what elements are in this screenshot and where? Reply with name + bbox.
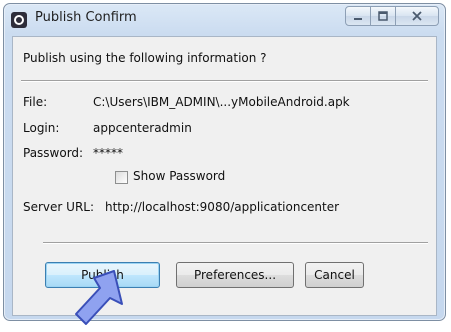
- maximize-icon: [378, 11, 388, 21]
- login-value: appcenteradmin: [93, 121, 192, 135]
- title-bar[interactable]: Publish Confirm: [4, 4, 445, 34]
- show-password-checkbox[interactable]: [115, 171, 128, 184]
- close-button[interactable]: [395, 6, 439, 26]
- arrow-pointer-icon: [75, 270, 123, 325]
- file-value: C:\Users\IBM_ADMIN\...yMobileAndroid.apk: [93, 95, 350, 109]
- minimize-button[interactable]: [345, 6, 371, 26]
- divider: [21, 80, 428, 82]
- file-label: File:: [23, 95, 48, 109]
- window-controls: [345, 6, 439, 28]
- cancel-button[interactable]: Cancel: [305, 262, 364, 288]
- maximize-button[interactable]: [370, 6, 396, 26]
- close-icon: [412, 11, 422, 21]
- server-url-label: Server URL:: [23, 200, 95, 214]
- minimize-icon: [354, 18, 362, 20]
- section-title: Publish using the following information …: [23, 51, 267, 65]
- publish-confirm-window: Publish Confirm Publish using the follow…: [3, 3, 446, 321]
- password-value: *****: [93, 146, 123, 160]
- server-url-value: http://localhost:9080/applicationcenter: [105, 200, 340, 214]
- password-label: Password:: [23, 146, 84, 160]
- show-password-label[interactable]: Show Password: [133, 169, 225, 183]
- preferences-button[interactable]: Preferences...: [176, 262, 294, 288]
- login-label: Login:: [23, 121, 60, 135]
- app-icon: [10, 11, 28, 29]
- window-title: Publish Confirm: [35, 10, 137, 25]
- button-divider: [43, 242, 428, 244]
